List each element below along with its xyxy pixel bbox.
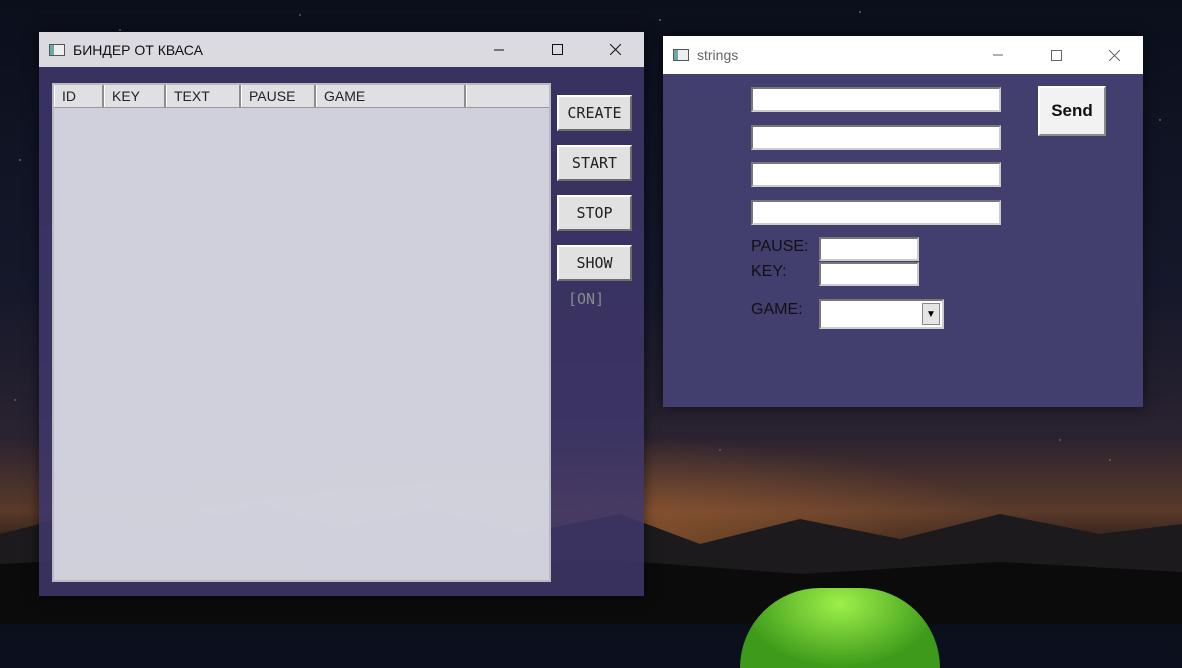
strings-window-title: strings bbox=[697, 47, 739, 63]
close-icon bbox=[1108, 49, 1120, 61]
listview-header: ID KEY TEXT PAUSE GAME bbox=[54, 85, 549, 108]
close-icon bbox=[609, 44, 621, 55]
binder-window: БИНДЕР ОТ КВАСА ID KEY TEXT PAUSE GAME C… bbox=[39, 32, 644, 596]
binder-titlebar[interactable]: БИНДЕР ОТ КВАСА bbox=[39, 32, 644, 67]
send-button[interactable]: Send bbox=[1038, 86, 1106, 136]
minimize-icon bbox=[993, 54, 1003, 56]
key-input[interactable] bbox=[819, 262, 919, 286]
close-button[interactable] bbox=[1085, 36, 1143, 74]
column-header-empty bbox=[466, 85, 549, 107]
binds-listview[interactable]: ID KEY TEXT PAUSE GAME bbox=[52, 83, 551, 582]
start-button[interactable]: START bbox=[557, 145, 632, 181]
strings-titlebar[interactable]: strings bbox=[663, 36, 1143, 74]
game-select[interactable]: ▼ bbox=[819, 299, 944, 329]
string-input-1[interactable] bbox=[751, 87, 1001, 112]
column-header-id[interactable]: ID bbox=[54, 85, 104, 107]
app-icon bbox=[673, 49, 689, 61]
column-header-pause[interactable]: PAUSE bbox=[241, 85, 316, 107]
string-input-2[interactable] bbox=[751, 125, 1001, 150]
game-label: GAME: bbox=[751, 301, 803, 318]
close-button[interactable] bbox=[586, 32, 644, 67]
window-title: БИНДЕР ОТ КВАСА bbox=[73, 41, 203, 58]
string-input-4[interactable] bbox=[751, 200, 1001, 225]
maximize-icon bbox=[551, 44, 563, 55]
maximize-button[interactable] bbox=[1027, 36, 1085, 74]
chevron-down-icon[interactable]: ▼ bbox=[922, 303, 940, 325]
status-label: [ON] bbox=[568, 290, 605, 308]
show-button[interactable]: SHOW bbox=[557, 245, 632, 281]
app-icon bbox=[49, 43, 65, 56]
minimize-button[interactable] bbox=[969, 36, 1027, 74]
string-input-3[interactable] bbox=[751, 162, 1001, 187]
create-button[interactable]: CREATE bbox=[557, 95, 632, 131]
strings-window: strings Send PAUSE: KEY: GAME: ▼ bbox=[663, 36, 1143, 407]
column-header-key[interactable]: KEY bbox=[104, 85, 166, 107]
column-header-game[interactable]: GAME bbox=[316, 85, 466, 107]
maximize-button[interactable] bbox=[528, 32, 586, 67]
minimize-button[interactable] bbox=[470, 32, 528, 67]
minimize-icon bbox=[494, 49, 504, 50]
desktop-tent bbox=[740, 588, 940, 668]
stop-button[interactable]: STOP bbox=[557, 195, 632, 231]
pause-label: PAUSE: bbox=[751, 238, 809, 255]
pause-input[interactable] bbox=[819, 237, 919, 261]
maximize-icon bbox=[1050, 49, 1062, 61]
key-label: KEY: bbox=[751, 263, 787, 280]
column-header-text[interactable]: TEXT bbox=[166, 85, 241, 107]
